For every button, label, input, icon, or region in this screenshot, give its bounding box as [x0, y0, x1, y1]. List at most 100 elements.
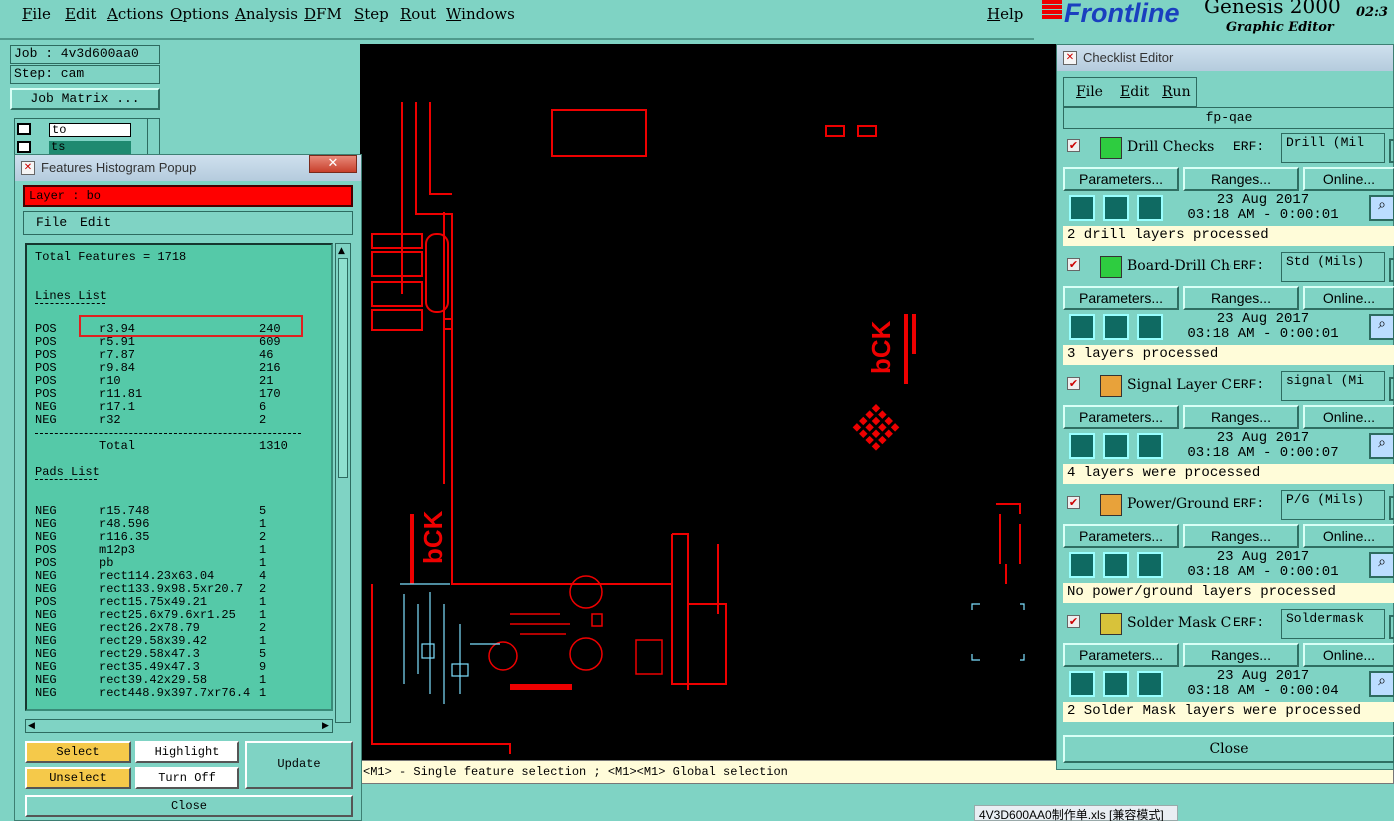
erf-field[interactable]: signal (Mi [1281, 371, 1385, 401]
layer-row-to[interactable]: to [49, 123, 131, 137]
scroll-up-icon[interactable]: ▲ [338, 246, 348, 256]
checklist-menu-file[interactable]: File [1076, 84, 1103, 100]
parameters-button[interactable]: Parameters... [1063, 286, 1179, 310]
run-icon[interactable] [1137, 433, 1163, 459]
run-icon[interactable] [1103, 552, 1129, 578]
erf-field[interactable]: Soldermask [1281, 609, 1385, 639]
run-icon[interactable] [1069, 671, 1095, 697]
menu-step[interactable]: Step [354, 5, 389, 23]
run-icon[interactable] [1137, 314, 1163, 340]
menu-edit[interactable]: Edit [65, 5, 96, 23]
layer-checkbox[interactable] [17, 123, 31, 135]
erf-dropdown-edge[interactable] [1389, 496, 1394, 520]
histogram-horizontal-scrollbar[interactable]: ◀ ▶ [25, 719, 333, 733]
select-button[interactable]: Select [25, 741, 131, 763]
online-button[interactable]: Online... [1303, 643, 1394, 667]
histogram-row[interactable]: NEG r32 2 [27, 414, 327, 427]
online-button[interactable]: Online... [1303, 524, 1394, 548]
magnifier-icon[interactable]: ⌕ [1369, 314, 1394, 340]
run-icon[interactable] [1103, 195, 1129, 221]
parameters-button[interactable]: Parameters... [1063, 524, 1179, 548]
layer-checkbox[interactable] [17, 141, 31, 153]
action-checkbox[interactable]: ✔ [1067, 377, 1080, 390]
histogram-menu-edit[interactable]: Edit [80, 215, 111, 230]
menu-dfm[interactable]: DFM [304, 5, 342, 23]
action-checkbox[interactable]: ✔ [1067, 615, 1080, 628]
histogram-row[interactable]: NEG rect448.9x397.7xr76.4 1 [27, 687, 327, 700]
menu-options[interactable]: Options [170, 5, 229, 23]
menu-windows[interactable]: Windows [446, 5, 515, 23]
run-icon[interactable] [1137, 195, 1163, 221]
erf-dropdown-edge[interactable] [1389, 258, 1394, 282]
erf-field[interactable]: Std (Mils) [1281, 252, 1385, 282]
histogram-row[interactable]: NEG r116.35 2 [27, 531, 327, 544]
magnifier-icon[interactable]: ⌕ [1369, 195, 1394, 221]
update-button[interactable]: Update [245, 741, 353, 789]
highlight-button[interactable]: Highlight [135, 741, 239, 763]
erf-field[interactable]: P/G (Mils) [1281, 490, 1385, 520]
scroll-left-icon[interactable]: ◀ [28, 720, 38, 732]
ranges-button[interactable]: Ranges... [1183, 405, 1299, 429]
histogram-close-icon[interactable]: ✕ [309, 155, 357, 173]
erf-field[interactable]: Drill (Mil [1281, 133, 1385, 163]
erf-dropdown-edge[interactable] [1389, 377, 1394, 401]
histogram-row[interactable]: NEG r17.1 6 [27, 401, 327, 414]
online-button[interactable]: Online... [1303, 167, 1394, 191]
action-checkbox[interactable]: ✔ [1067, 496, 1080, 509]
histogram-row[interactable]: POS r5.91 609 [27, 336, 327, 349]
histogram-feature-list[interactable]: Total Features = 1718 Lines List POS r3.9… [25, 243, 333, 711]
checklist-close-button[interactable]: Close [1063, 735, 1394, 763]
unselect-button[interactable]: Unselect [25, 767, 131, 789]
ranges-button[interactable]: Ranges... [1183, 286, 1299, 310]
run-icon[interactable] [1069, 195, 1095, 221]
action-checkbox[interactable]: ✔ [1067, 258, 1080, 271]
ranges-button[interactable]: Ranges... [1183, 167, 1299, 191]
run-icon[interactable] [1069, 314, 1095, 340]
ranges-button[interactable]: Ranges... [1183, 643, 1299, 667]
scroll-thumb[interactable] [338, 258, 348, 478]
magnifier-icon[interactable]: ⌕ [1369, 433, 1394, 459]
online-button[interactable]: Online... [1303, 405, 1394, 429]
layer-row-ts[interactable]: ts [49, 141, 131, 155]
menu-help[interactable]: Help [987, 5, 1023, 23]
ranges-button[interactable]: Ranges... [1183, 524, 1299, 548]
magnifier-icon[interactable]: ⌕ [1369, 552, 1394, 578]
taskbar-excel-item[interactable]: 4V3D600AA0制作单.xls [兼容模式] [974, 805, 1178, 821]
run-icon[interactable] [1137, 552, 1163, 578]
histogram-row[interactable]: POS r10 21 [27, 375, 327, 388]
layer-list-scrollbar[interactable] [147, 119, 159, 157]
histogram-close-button[interactable]: Close [25, 795, 353, 817]
histogram-row[interactable]: NEG r15.748 5 [27, 505, 327, 518]
histogram-menu-file[interactable]: File [36, 215, 67, 230]
parameters-button[interactable]: Parameters... [1063, 643, 1179, 667]
histogram-row[interactable]: POS m12p3 1 [27, 544, 327, 557]
online-button[interactable]: Online... [1303, 286, 1394, 310]
run-icon[interactable] [1137, 671, 1163, 697]
run-icon[interactable] [1069, 433, 1095, 459]
turn-off-button[interactable]: Turn Off [135, 767, 239, 789]
action-checkbox[interactable]: ✔ [1067, 139, 1080, 152]
parameters-button[interactable]: Parameters... [1063, 405, 1179, 429]
menu-analysis[interactable]: Analysis [235, 5, 298, 23]
menu-actions[interactable]: Actions [107, 5, 163, 23]
histogram-row[interactable]: POS r9.84 216 [27, 362, 327, 375]
checklist-titlebar[interactable]: ✕ Checklist Editor [1057, 45, 1393, 71]
erf-dropdown-edge[interactable] [1389, 139, 1394, 163]
histogram-row[interactable]: POS r11.81 170 [27, 388, 327, 401]
run-icon[interactable] [1069, 552, 1095, 578]
histogram-row[interactable]: NEG r48.596 1 [27, 518, 327, 531]
run-icon[interactable] [1103, 314, 1129, 340]
menu-file[interactable]: File [22, 5, 51, 23]
run-icon[interactable] [1103, 433, 1129, 459]
histogram-vertical-scrollbar[interactable]: ▲ [335, 243, 351, 723]
checklist-menu-edit[interactable]: Edit [1120, 84, 1149, 100]
menu-rout[interactable]: Rout [400, 5, 436, 23]
checklist-menu-run[interactable]: Run [1162, 84, 1191, 100]
graphics-canvas[interactable]: bCK bCK [360, 44, 1056, 760]
job-matrix-button[interactable]: Job Matrix ... [10, 88, 160, 110]
histogram-row[interactable]: POS r7.87 46 [27, 349, 327, 362]
erf-dropdown-edge[interactable] [1389, 615, 1394, 639]
parameters-button[interactable]: Parameters... [1063, 167, 1179, 191]
scroll-right-icon[interactable]: ▶ [322, 720, 332, 732]
run-icon[interactable] [1103, 671, 1129, 697]
